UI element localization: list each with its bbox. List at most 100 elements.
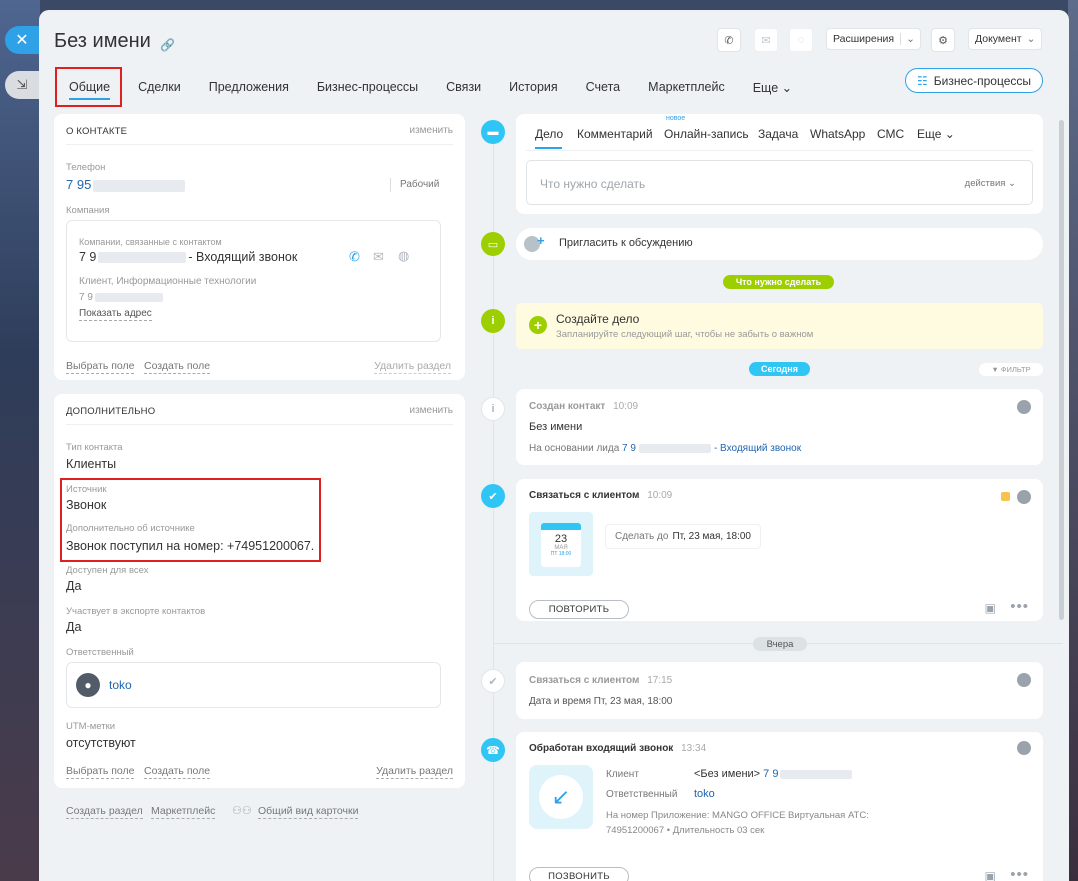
chevron-down-icon: ⌄ xyxy=(1026,33,1036,45)
responsible-value[interactable]: toko xyxy=(694,788,715,800)
document-dropdown[interactable]: Документ ⌄ xyxy=(968,28,1042,50)
tab-offers[interactable]: Предложения xyxy=(209,75,289,99)
yesterday-pill: Вчера xyxy=(753,637,807,651)
composer-tab-more[interactable]: Еще ⌄ xyxy=(917,127,955,141)
note-icon[interactable]: ▣ xyxy=(985,601,996,615)
company-phone: 7 9 xyxy=(79,292,163,303)
client-phone-link[interactable]: 7 9 xyxy=(763,768,778,780)
today-pill: Сегодня xyxy=(749,362,810,376)
invite-discussion-bar[interactable]: + Пригласить к обсуждению xyxy=(516,228,1043,260)
actions-dropdown[interactable]: действия ⌄ xyxy=(965,178,1016,189)
plus-icon: + xyxy=(537,233,545,248)
event-title: Связаться с клиентом 17:15 xyxy=(529,675,672,686)
create-field-link[interactable]: Создать поле xyxy=(144,765,211,779)
phone-value[interactable]: 7 95 xyxy=(66,177,186,192)
event-time: 17:15 xyxy=(647,675,673,686)
calendar-day: 23 xyxy=(554,533,568,545)
contact-card-slider: Без имени 🔗 ✆ ✉ ◌ Расширения ⌄ ⚙ Документ… xyxy=(39,10,1069,881)
edit-link[interactable]: изменить xyxy=(409,125,453,136)
event-title-text: Связаться с клиентом xyxy=(529,675,640,686)
marketplace-link[interactable]: Маркетплейс xyxy=(151,805,216,819)
create-field-link[interactable]: Создать поле xyxy=(144,360,211,374)
lead-link[interactable]: 7 9 xyxy=(622,443,636,454)
composer-tab-todo[interactable]: Задача xyxy=(758,127,798,141)
responsible-value[interactable]: toko xyxy=(109,678,132,692)
filter-label: ФИЛЬТР xyxy=(1000,365,1031,374)
mail-icon[interactable]: ✉ xyxy=(373,249,384,265)
settings-button[interactable]: ⚙ xyxy=(931,28,955,52)
todo-pill: Что нужно сделать xyxy=(723,275,834,289)
tab-invoices[interactable]: Счета xyxy=(586,75,620,99)
page-title[interactable]: Без имени xyxy=(54,30,151,53)
deadline-value: Пт, 23 мая, 18:00 xyxy=(672,531,751,542)
company-name[interactable]: 7 9- Входящий звонок xyxy=(79,250,297,264)
more-icon[interactable]: ••• xyxy=(1010,598,1029,615)
collapse-slider-button[interactable]: ⇲ xyxy=(5,71,39,99)
tab-marketplace[interactable]: Маркетплейс xyxy=(648,75,725,99)
avatar[interactable] xyxy=(1017,673,1031,687)
phone-label: Телефон xyxy=(66,162,106,173)
todo-input[interactable]: Что нужно сделать действия ⌄ xyxy=(526,160,1033,205)
note-icon[interactable]: ▣ xyxy=(985,869,996,881)
delete-section-link[interactable]: Удалить раздел xyxy=(376,765,453,779)
tab-more[interactable]: Еще ⌄ xyxy=(753,75,792,100)
tab-business-processes[interactable]: Бизнес-процессы xyxy=(317,75,418,99)
phone-icon[interactable]: ✆ xyxy=(349,249,360,265)
tab-history[interactable]: История xyxy=(509,75,557,99)
chat-icon[interactable]: ◍ xyxy=(398,248,409,264)
filter-icon: ▼ xyxy=(991,365,1001,374)
composer-tab-sms[interactable]: СМС xyxy=(877,127,904,141)
create-task-prompt[interactable]: + Создайте дело Запланируйте следующий ш… xyxy=(516,303,1043,349)
composer-tab-booking[interactable]: Онлайн-запись xyxy=(664,127,749,141)
extensions-dropdown[interactable]: Расширения ⌄ xyxy=(826,28,921,50)
composer-tab-task[interactable]: Дело xyxy=(535,127,563,141)
composer-tab-more-label: Еще xyxy=(917,127,942,141)
event-time: 10:09 xyxy=(613,401,639,412)
event-title: Обработан входящий звонок 13:34 xyxy=(529,743,706,754)
plus-circle-icon: + xyxy=(529,316,547,334)
divider xyxy=(526,150,1033,151)
close-slider-button[interactable]: ✕ xyxy=(5,26,39,54)
common-view-link[interactable]: Общий вид карточки xyxy=(258,805,359,819)
avatar[interactable] xyxy=(1017,490,1031,504)
responsible-label: Ответственный xyxy=(606,789,678,800)
lead-link-suffix[interactable]: - Входящий звонок xyxy=(714,443,801,454)
event-title: Связаться с клиентом 10:09 xyxy=(529,490,672,501)
more-icon[interactable]: ••• xyxy=(1010,866,1029,881)
section-title: О КОНТАКТЕ xyxy=(66,126,128,137)
avatar[interactable] xyxy=(1017,741,1031,755)
composer-tab-comment[interactable]: Комментарий xyxy=(577,127,653,141)
document-label: Документ xyxy=(975,33,1022,45)
based-on-label: На основании лида xyxy=(529,443,620,454)
calendar-tile: 23 МАЯ ПТ 18:00 xyxy=(529,512,593,576)
link-icon[interactable]: 🔗 xyxy=(160,38,175,52)
tab-deals[interactable]: Сделки xyxy=(138,75,181,99)
create-section-link[interactable]: Создать раздел xyxy=(66,805,143,819)
tab-links[interactable]: Связи xyxy=(446,75,481,99)
choose-field-link[interactable]: Выбрать поле xyxy=(66,360,135,374)
chevron-down-icon: ⌄ xyxy=(944,127,955,141)
additional-card: ДОПОЛНИТЕЛЬНО изменить Тип контакта Клие… xyxy=(54,394,465,788)
about-contact-card: О КОНТАКТЕ изменить Телефон 7 95 Рабочий… xyxy=(54,114,465,380)
deadline-chip[interactable]: Сделать до Пт, 23 мая, 18:00 xyxy=(605,524,761,549)
repeat-button[interactable]: ПОВТОРИТЬ xyxy=(529,600,629,619)
call-duration: • Длительность 03 сек xyxy=(666,825,765,836)
new-badge: новое xyxy=(666,115,686,122)
chat-icon: ◌ xyxy=(797,34,805,46)
scrollbar[interactable] xyxy=(1059,120,1064,620)
choose-field-link[interactable]: Выбрать поле xyxy=(66,765,135,779)
call-back-button[interactable]: ПОЗВОНИТЬ xyxy=(529,867,629,881)
show-address-link[interactable]: Показать адрес xyxy=(79,307,152,321)
avatar[interactable]: ● xyxy=(76,673,100,697)
email-header-button[interactable]: ✉ xyxy=(754,28,778,52)
phone-header-button[interactable]: ✆ xyxy=(717,28,741,52)
composer-tab-whatsapp[interactable]: WhatsApp xyxy=(810,127,865,141)
edit-link[interactable]: изменить xyxy=(409,405,453,416)
avatar[interactable] xyxy=(1017,400,1031,414)
filter-button[interactable]: ▼ ФИЛЬТР xyxy=(979,363,1043,376)
bp-button-label: Бизнес-процессы xyxy=(933,73,1032,88)
business-processes-button[interactable]: ☷ Бизнес-процессы xyxy=(905,68,1043,93)
priority-flag-icon[interactable] xyxy=(1001,492,1010,501)
delete-section-link[interactable]: Удалить раздел xyxy=(374,360,451,374)
chat-header-button[interactable]: ◌ xyxy=(789,28,813,52)
